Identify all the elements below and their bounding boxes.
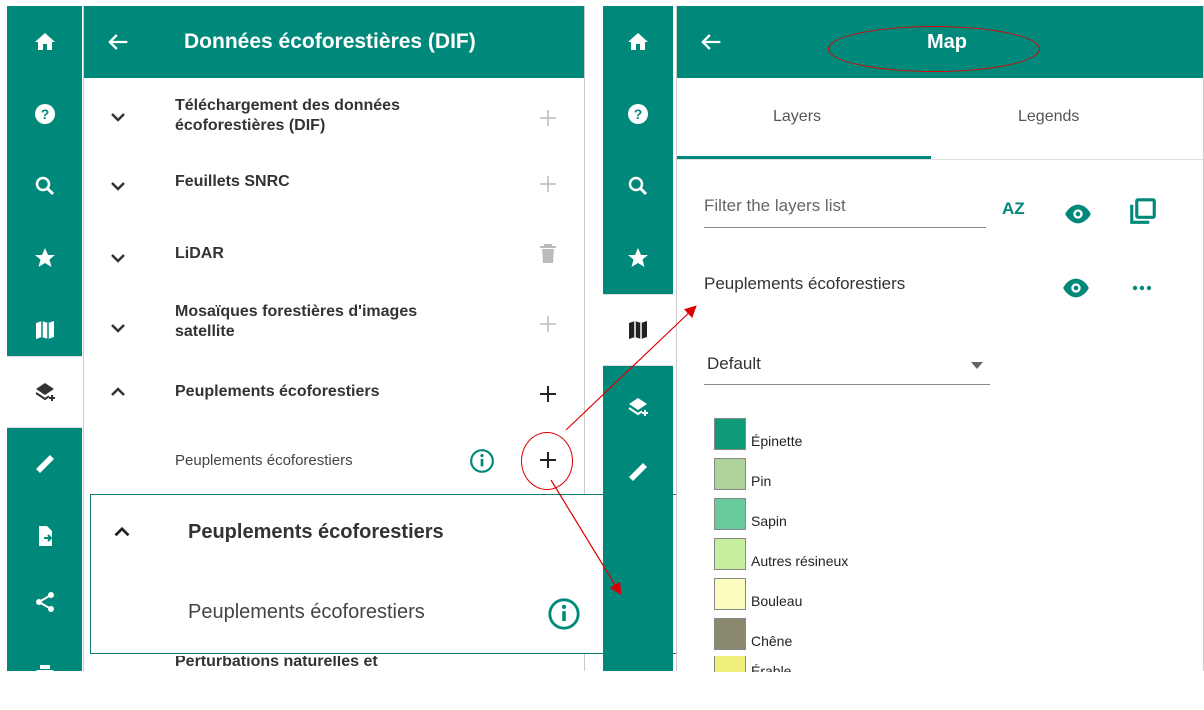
row-label-line1: Téléchargement des données — [175, 97, 400, 114]
annotation-circle — [521, 432, 573, 490]
home-icon[interactable] — [603, 6, 673, 78]
share-icon[interactable] — [7, 566, 82, 638]
layer-name[interactable]: Peuplements écoforestiers — [704, 274, 905, 294]
chevron-down-icon[interactable] — [106, 105, 130, 129]
style-select-value: Default — [707, 354, 761, 373]
search-icon[interactable] — [603, 150, 673, 222]
sort-az-icon[interactable]: AZ — [1002, 199, 1025, 219]
legend-item: Pin — [714, 458, 771, 490]
chevron-up-icon[interactable] — [109, 519, 135, 545]
tab-bar: Layers Legends — [677, 78, 1203, 160]
chevron-up-icon[interactable] — [106, 380, 130, 404]
select-all-icon[interactable] — [1128, 196, 1158, 226]
help-icon[interactable]: ? — [603, 78, 673, 150]
more-options-icon[interactable] — [1128, 276, 1156, 300]
add-plus-icon[interactable] — [536, 312, 560, 336]
left-panel-title: Données écoforestières (DIF) — [184, 30, 476, 53]
group-label: Peuplements écoforestiers — [188, 521, 444, 543]
add-plus-icon[interactable] — [536, 106, 560, 130]
legend-label: Sapin — [751, 513, 787, 529]
legend-item: Autres résineux — [714, 538, 848, 570]
trash-icon[interactable] — [536, 241, 560, 265]
annotation-ellipse — [828, 26, 1040, 72]
row-label: LiDAR — [175, 245, 224, 262]
legend-item: Chêne — [714, 618, 792, 650]
sort-label: AZ — [1002, 199, 1025, 218]
active-tab-indicator — [677, 156, 931, 159]
legend-label: Épinette — [751, 433, 803, 449]
chevron-down-icon[interactable] — [106, 246, 130, 270]
catalog-row-lidar[interactable]: LiDAR — [84, 226, 584, 284]
eye-icon[interactable] — [1062, 274, 1090, 302]
row-label: Peuplements écoforestiers — [175, 383, 380, 400]
legend-item: Bouleau — [714, 578, 802, 610]
back-arrow-icon[interactable] — [697, 28, 725, 56]
catalog-row-mosaiques[interactable]: Mosaïques forestières d'images satellite — [84, 294, 584, 352]
layer-item-label: Peuplements écoforestiers — [188, 601, 425, 623]
add-layer-icon[interactable] — [7, 356, 82, 428]
layer-item-label: Peuplements écoforestiers — [175, 452, 353, 469]
tab-layers[interactable]: Layers — [773, 108, 821, 126]
info-icon[interactable] — [469, 448, 495, 474]
legend-item: Érable — [714, 656, 791, 672]
row-label: Perturbations naturelles et — [175, 656, 378, 670]
svg-text:?: ? — [40, 106, 49, 122]
legend-label: Autres résineux — [751, 553, 849, 569]
catalog-row-dif-download[interactable]: Téléchargement des données écoforestière… — [84, 88, 584, 146]
star-icon[interactable] — [7, 222, 82, 294]
legend-swatch — [714, 618, 746, 650]
filter-placeholder: Filter the layers list — [704, 196, 846, 215]
back-arrow-icon[interactable] — [104, 28, 132, 56]
legend-swatch — [714, 418, 746, 450]
export-file-icon[interactable] — [7, 500, 82, 572]
svg-text:?: ? — [634, 106, 643, 122]
layer-filter-input[interactable]: Filter the layers list — [704, 196, 986, 228]
row-label-line2: écoforestières (DIF) — [175, 117, 326, 134]
catalog-row-feuillets-snrc[interactable]: Feuillets SNRC — [84, 154, 584, 212]
search-icon[interactable] — [7, 150, 82, 222]
legend-swatch — [714, 498, 746, 530]
chevron-down-icon[interactable] — [106, 174, 130, 198]
legend-item: Épinette — [714, 418, 802, 450]
map-icon[interactable] — [603, 294, 673, 366]
right-icon-rail: ? — [603, 6, 673, 671]
row-label-line1: Mosaïques forestières d'images — [175, 303, 418, 320]
legend-label: Pin — [751, 473, 772, 489]
star-icon[interactable] — [603, 222, 673, 294]
add-plus-icon[interactable] — [536, 172, 560, 196]
ruler-icon[interactable] — [7, 428, 82, 500]
legend-swatch — [714, 538, 746, 570]
ruler-icon[interactable] — [603, 436, 673, 508]
print-icon[interactable] — [7, 638, 82, 710]
home-icon[interactable] — [7, 6, 82, 78]
left-panel-header: Données écoforestières (DIF) — [84, 6, 584, 78]
legend-label: Bouleau — [751, 593, 803, 609]
layer-item-peuplements[interactable]: Peuplements écoforestiers — [84, 432, 584, 490]
legend-swatch — [714, 656, 746, 672]
row-label: Feuillets SNRC — [175, 173, 290, 190]
chevron-down-icon[interactable] — [106, 316, 130, 340]
eye-icon[interactable] — [1064, 200, 1092, 228]
legend-item: Sapin — [714, 498, 787, 530]
row-label-line2: satellite — [175, 323, 235, 340]
right-panel: Map Layers Legends Filter the layers lis… — [676, 6, 1204, 672]
info-icon[interactable] — [547, 597, 581, 631]
legend-label: Chêne — [751, 633, 793, 649]
left-icon-rail: ? — [7, 6, 82, 680]
zoomed-callout: Peuplements écoforestiers Peuplements éc… — [90, 494, 682, 654]
dropdown-arrow-icon — [971, 362, 983, 369]
legend-swatch — [714, 458, 746, 490]
catalog-row-perturbations[interactable]: Perturbations naturelles et — [84, 656, 584, 676]
tab-legends[interactable]: Legends — [1018, 108, 1079, 126]
catalog-row-peuplements[interactable]: Peuplements écoforestiers — [84, 366, 584, 424]
add-plus-icon[interactable] — [536, 382, 560, 406]
help-icon[interactable]: ? — [7, 78, 82, 150]
style-select[interactable]: Default — [704, 349, 990, 385]
add-layer-icon[interactable] — [603, 371, 673, 443]
legend-swatch — [714, 578, 746, 610]
